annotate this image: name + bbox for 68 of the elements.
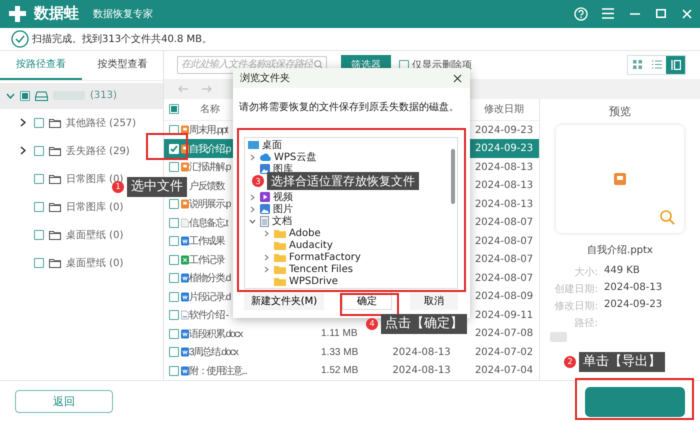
table-cell-text: 2024-08-13 bbox=[391, 346, 452, 358]
table-cell-text: 2024-08-07 bbox=[474, 272, 534, 284]
folder-label: FormatFactory bbox=[289, 252, 361, 262]
info-label: 大小: bbox=[574, 266, 598, 279]
table-cell-text: 软件介绍 - bbox=[189, 309, 228, 322]
folder-label: WPSDrive bbox=[289, 276, 338, 286]
table-cell-text: 工作成果 bbox=[189, 234, 224, 248]
app-name: 数据蛙 bbox=[34, 4, 79, 24]
table-cell-text: 2024-08-07 bbox=[474, 236, 534, 247]
preview-file-name: 自我介绍.pptx bbox=[587, 244, 653, 257]
table-cell-text: 2024-09-23 bbox=[474, 143, 534, 154]
app-subtitle: 数据恢复专家 bbox=[93, 8, 153, 21]
folder-label: WPS云盘 bbox=[274, 151, 316, 164]
table-cell-text: 3周总结.docx bbox=[189, 346, 238, 360]
tree-label: 日常图库 (0) bbox=[66, 200, 124, 214]
table-cell-text: 2024-08-07 bbox=[474, 254, 534, 266]
folder-label: 视频 bbox=[273, 190, 293, 204]
preview-title: 预览 bbox=[609, 104, 631, 119]
table-cell-text: 2024-07-04 bbox=[474, 365, 534, 376]
table-cell-text: 2024-08-13 bbox=[474, 162, 534, 173]
dialog-message: 请勿将需要恢复的文件保存到原丢失数据的磁盘。 bbox=[239, 100, 459, 114]
info-value: 2024-09-23 bbox=[604, 298, 662, 312]
table-cell-text: 2024-07-02 bbox=[474, 346, 534, 358]
folder-label: Adobe bbox=[289, 228, 321, 238]
folder-label: 图片 bbox=[273, 202, 293, 216]
table-cell-text: 1.11 MB bbox=[320, 328, 358, 340]
table-cell-text: 汇报讲解.p bbox=[189, 160, 230, 174]
callout-tooltip: 单击【导出】 bbox=[579, 352, 665, 372]
table-cell-text: 2024-07-08 bbox=[474, 328, 534, 340]
table-cell-text: 附：使用注意... bbox=[189, 364, 247, 378]
table-cell-text: 信息备忘.t bbox=[189, 216, 228, 230]
dialog-title: 浏览文件夹 bbox=[240, 72, 290, 85]
table-cell-text: 2024-09-23 bbox=[474, 124, 534, 136]
tree-label: 桌面壁纸 (0) bbox=[66, 256, 124, 270]
tree-label: 其他路径 (257) bbox=[66, 116, 136, 130]
table-cell-text: 1.52 MB bbox=[320, 365, 358, 376]
table-cell-text: 2024-08-13 bbox=[474, 198, 534, 210]
table-cell-text: 语段积累.docx bbox=[189, 328, 242, 341]
folder-label: 文档 bbox=[272, 214, 292, 228]
table-cell-text: 片段记录.d bbox=[189, 290, 230, 304]
callout-tooltip: 选中文件 bbox=[127, 177, 187, 197]
table-cell-text: 周末用.ppt bbox=[189, 124, 228, 138]
info-label: 修改日期: bbox=[554, 300, 598, 313]
info-value: 2024-08-13 bbox=[604, 282, 662, 295]
tree-label: 丢失路径 (29) bbox=[66, 144, 130, 158]
info-label: 路径: bbox=[574, 316, 598, 330]
info-value: 449 KB bbox=[604, 264, 641, 278]
table-cell-text: 2024-08-13 bbox=[391, 365, 452, 376]
info-label: 创建日期: bbox=[554, 282, 598, 296]
step-badge: 1 bbox=[112, 180, 124, 193]
table-cell-text: 植物分类.d bbox=[189, 272, 230, 286]
scan-status-text: 扫描完成。找到313个文件共40.8 MB。 bbox=[32, 32, 212, 46]
step-badge: 4 bbox=[366, 318, 378, 330]
callout-tooltip: 选择合适位置存放恢复文件 bbox=[267, 172, 419, 190]
table-cell-text: 2024-09-11 bbox=[474, 310, 534, 321]
folder-label: Tencent Files bbox=[289, 264, 353, 274]
table-cell-text: 2024-08-07 bbox=[474, 217, 534, 228]
callout-tooltip: 点击【确定】 bbox=[381, 314, 467, 334]
table-cell-text: 1.33 MB bbox=[320, 346, 358, 358]
table-cell-text: 2024-08-09 bbox=[474, 291, 534, 302]
tree-label: (313) bbox=[90, 90, 117, 102]
folder-label: 桌面 bbox=[262, 138, 282, 152]
table-cell-text: 说明展示.p bbox=[189, 198, 230, 212]
table-cell-text: 工作记录 bbox=[189, 254, 224, 267]
folder-label: Audacity bbox=[289, 240, 333, 250]
tree-label: 桌面壁纸 (0) bbox=[66, 228, 124, 242]
table-cell-text: 自我介绍.p bbox=[189, 142, 230, 156]
step-badge: 2 bbox=[564, 356, 576, 368]
